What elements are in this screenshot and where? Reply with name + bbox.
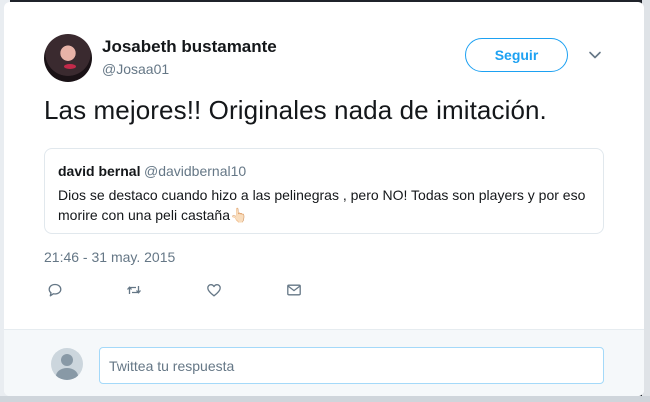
background-page-bottom bbox=[0, 396, 650, 402]
avatar-detail bbox=[64, 64, 76, 69]
author-avatar[interactable] bbox=[44, 34, 92, 82]
quoted-author-handle: @davidbernal10 bbox=[144, 163, 247, 179]
reply-icon[interactable] bbox=[47, 282, 63, 298]
reply-bar bbox=[4, 329, 644, 396]
quoted-author-name: david bernal bbox=[58, 163, 141, 179]
like-icon[interactable] bbox=[206, 282, 222, 298]
chevron-down-icon[interactable] bbox=[588, 48, 602, 62]
tweet-timestamp[interactable]: 21:46 - 31 may. 2015 bbox=[44, 249, 175, 265]
follow-button[interactable]: Seguir bbox=[465, 38, 568, 72]
quoted-tweet[interactable]: david bernal @davidbernal10 Dios se dest… bbox=[44, 148, 604, 234]
tweet-text: Las mejores!! Originales nada de imitaci… bbox=[44, 95, 547, 125]
message-icon[interactable] bbox=[286, 282, 302, 298]
avatar-head bbox=[61, 354, 73, 366]
avatar-body bbox=[56, 368, 78, 380]
retweet-icon[interactable] bbox=[126, 282, 142, 298]
author-name[interactable]: Josabeth bustamante bbox=[102, 37, 277, 57]
reply-input[interactable] bbox=[99, 347, 604, 384]
tweet-modal: Josabeth bustamante @Josaa01 Seguir Las … bbox=[4, 2, 644, 396]
quoted-tweet-text: Dios se destaco cuando hizo a las peline… bbox=[58, 187, 586, 223]
author-handle[interactable]: @Josaa01 bbox=[102, 61, 169, 77]
current-user-avatar bbox=[51, 348, 83, 380]
